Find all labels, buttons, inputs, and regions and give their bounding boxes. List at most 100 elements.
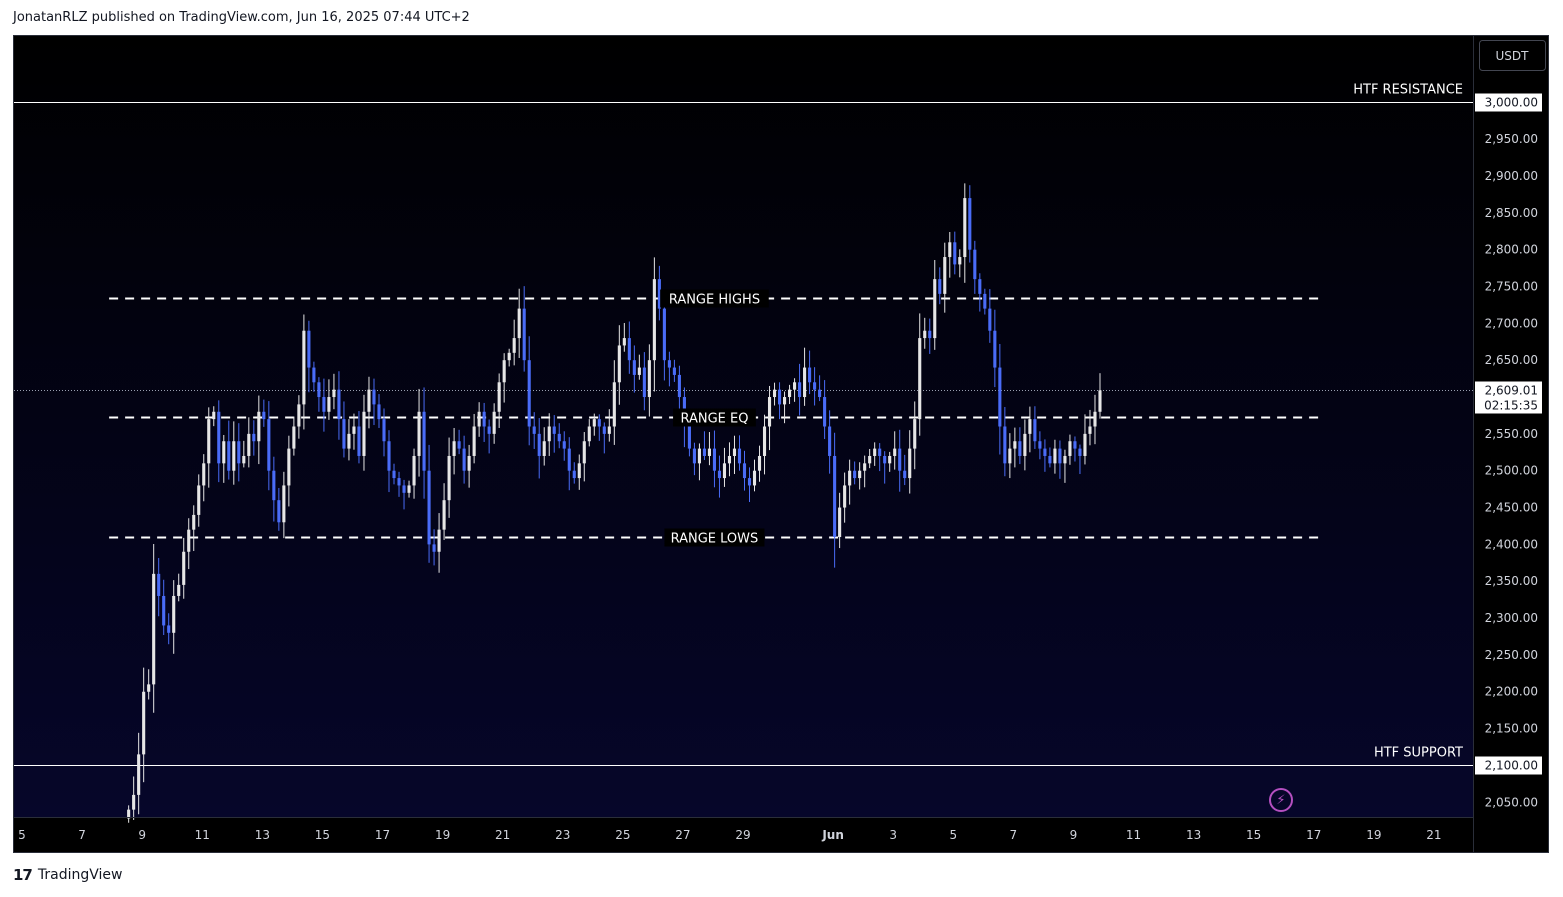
candle-up xyxy=(197,485,201,515)
candle-down xyxy=(532,426,536,434)
candle-up xyxy=(467,455,471,471)
price-tick-label: 2,850.00 xyxy=(1485,206,1538,220)
candle-up xyxy=(367,389,371,412)
candle-up xyxy=(512,338,516,353)
candle-down xyxy=(322,397,326,412)
candle-down xyxy=(372,389,376,405)
candle-down xyxy=(377,404,381,420)
price-axis: 2,050.00 2,100.00 2,150.00 2,200.00 2,250.00… xyxy=(1475,58,1542,809)
candle-down xyxy=(702,448,706,456)
candle-down xyxy=(993,330,997,368)
candle-up xyxy=(437,529,441,552)
candle-down xyxy=(818,389,822,398)
candle-up xyxy=(497,382,501,412)
candle-down xyxy=(527,360,531,427)
time-tick-label: 9 xyxy=(138,828,146,842)
candle-down xyxy=(557,433,561,442)
price-tick-label: 2,700.00 xyxy=(1485,316,1538,330)
candle-up xyxy=(302,330,306,405)
candle-down xyxy=(337,389,341,420)
candle-down xyxy=(342,419,346,449)
candle-up xyxy=(187,529,191,552)
lightning-icon[interactable]: ⚡ xyxy=(1269,788,1293,812)
candle-up xyxy=(1083,433,1087,456)
candle-up xyxy=(727,455,732,464)
range-level-label: RANGE EQ xyxy=(680,412,748,427)
candle-up xyxy=(292,426,296,449)
candle-down xyxy=(402,485,406,493)
candle-up xyxy=(1068,441,1072,456)
candle-up xyxy=(788,389,792,398)
candle-up xyxy=(637,367,641,375)
candle-up xyxy=(1088,426,1092,434)
candle-up xyxy=(782,397,787,405)
currency-label: USDT xyxy=(1496,49,1530,63)
candle-down xyxy=(712,448,717,471)
candle-down xyxy=(883,455,887,464)
candle-down xyxy=(903,470,907,479)
time-tick-label: 3 xyxy=(889,828,897,842)
candle-down xyxy=(597,419,601,427)
candle-up xyxy=(407,485,411,493)
candle-down xyxy=(482,411,486,427)
time-tick-label: 17 xyxy=(375,828,390,842)
candle-up xyxy=(622,338,626,346)
candle-up xyxy=(838,507,842,538)
tradingview-logo-icon: 17 xyxy=(13,866,33,884)
candle-down xyxy=(798,382,802,398)
price-tick-label: 2,350.00 xyxy=(1485,574,1538,588)
candle-down xyxy=(537,433,541,456)
candle-up xyxy=(762,426,767,456)
candle-down xyxy=(392,470,396,479)
candle-down xyxy=(237,441,241,464)
currency-selector[interactable]: USDT xyxy=(1479,40,1546,71)
candle-down xyxy=(432,544,436,552)
price-tick-label: 2,150.00 xyxy=(1485,722,1538,736)
time-tick-label: 7 xyxy=(1010,828,1018,842)
candle-down xyxy=(853,470,857,479)
candle-up xyxy=(327,397,331,412)
candle-up xyxy=(1098,390,1102,412)
candle-down xyxy=(667,360,671,368)
candle-down xyxy=(602,426,606,434)
candle-up xyxy=(202,463,206,486)
candle-up xyxy=(767,397,772,427)
candle-down xyxy=(552,426,556,434)
candle-up xyxy=(1053,448,1057,464)
candle-down xyxy=(1073,441,1077,449)
candle-down xyxy=(898,448,902,471)
candle-down xyxy=(357,426,361,456)
level-price-label: 3,000.00 xyxy=(1485,96,1538,110)
candle-down xyxy=(1033,419,1037,442)
candle-up xyxy=(147,684,151,692)
candle-up xyxy=(352,426,356,434)
price-tick-label: 2,250.00 xyxy=(1485,648,1538,662)
candle-down xyxy=(462,448,466,471)
candle-down xyxy=(717,470,722,479)
candle-up xyxy=(177,584,181,596)
candle-up xyxy=(247,433,251,456)
time-tick-label: 5 xyxy=(18,828,26,842)
candlestick-chart[interactable]: HTF RESISTANCE HTF SUPPORT RANGE HIGHS RANG… xyxy=(0,0,1563,897)
candle-up xyxy=(697,448,701,464)
price-tick-label: 2,750.00 xyxy=(1485,280,1538,294)
candle-up xyxy=(447,455,451,501)
time-tick-label: 13 xyxy=(1186,828,1201,842)
time-tick-label: 21 xyxy=(1426,828,1441,842)
candle-up xyxy=(137,754,141,795)
candle-up xyxy=(933,279,937,339)
price-tick-label: 2,050.00 xyxy=(1485,795,1538,809)
candle-up xyxy=(772,389,777,398)
candle-down xyxy=(382,419,386,442)
candle-up xyxy=(793,382,797,390)
time-tick-label: 11 xyxy=(195,828,210,842)
candle-up xyxy=(1063,455,1067,464)
candle-up xyxy=(963,198,967,258)
price-tick-label: 2,300.00 xyxy=(1485,611,1538,625)
candle-up xyxy=(507,352,511,361)
candle-up xyxy=(587,426,591,442)
candle-down xyxy=(672,367,676,375)
candle-up xyxy=(913,419,917,449)
candle-down xyxy=(677,374,681,398)
candle-down xyxy=(1048,455,1052,464)
